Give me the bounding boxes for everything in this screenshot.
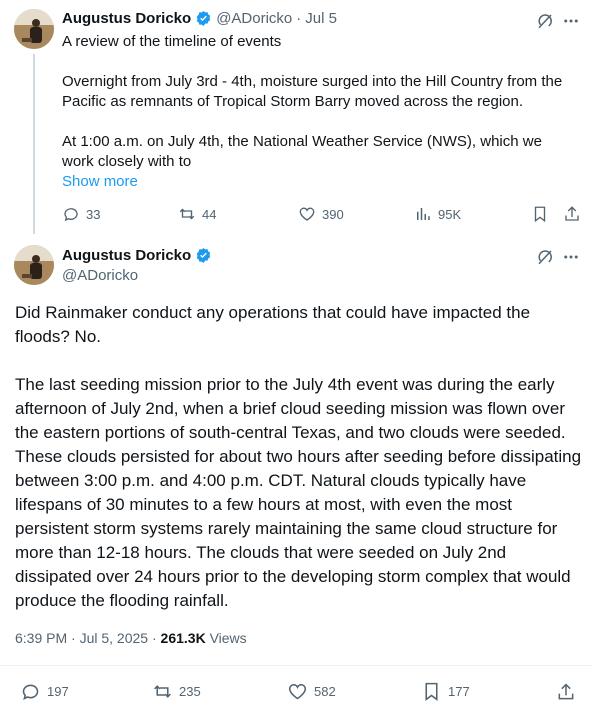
- repost-button[interactable]: 235: [152, 681, 201, 702]
- like-count: 390: [322, 206, 344, 222]
- reply-button[interactable]: 197: [20, 681, 69, 702]
- views-label: Views: [205, 630, 247, 646]
- reply-button[interactable]: 33: [62, 205, 100, 223]
- avatar[interactable]: [14, 9, 54, 49]
- repost-count: 44: [202, 206, 217, 222]
- share-icon: [565, 206, 579, 221]
- post-date[interactable]: Jul 5: [305, 10, 337, 27]
- repost-button[interactable]: 44: [178, 205, 216, 223]
- verified-badge-icon: [195, 10, 212, 27]
- share-icon: [558, 683, 574, 700]
- like-button[interactable]: 582: [287, 681, 336, 702]
- tweet-text: Did Rainmaker conduct any operations tha…: [15, 303, 582, 610]
- tweet-text: A review of the timeline of events Overn…: [62, 33, 563, 170]
- grok-icon[interactable]: [535, 11, 555, 31]
- views-count: 261.3K: [160, 630, 206, 646]
- views-count: 95K: [438, 206, 462, 222]
- views-button[interactable]: 95K: [414, 205, 461, 223]
- more-options-icon[interactable]: [560, 11, 582, 31]
- divider: [0, 665, 593, 666]
- author-name[interactable]: Augustus Doricko: [62, 247, 191, 264]
- bookmark-icon: [534, 206, 546, 223]
- heart-icon: [288, 683, 307, 700]
- post-meta: 6:39 PM · Jul 5, 2025 · 261.3K Views: [15, 630, 247, 646]
- reply-icon: [22, 684, 39, 700]
- reply-count: 197: [47, 684, 69, 699]
- bookmark-button[interactable]: [530, 204, 550, 224]
- heart-icon: [299, 207, 315, 221]
- repost-count: 235: [179, 684, 201, 699]
- reply-count: 33: [86, 206, 101, 222]
- repost-icon: [179, 208, 195, 220]
- grok-icon[interactable]: [535, 247, 555, 267]
- bookmark-button[interactable]: 177: [421, 681, 470, 702]
- author-name[interactable]: Augustus Doricko: [62, 10, 191, 27]
- like-button[interactable]: 390: [298, 205, 344, 223]
- show-more-link[interactable]: Show more: [62, 172, 138, 192]
- more-options-icon[interactable]: [560, 247, 582, 267]
- share-button[interactable]: [562, 204, 582, 224]
- bookmark-count: 177: [448, 684, 470, 699]
- separator: ·: [296, 10, 302, 27]
- author-handle[interactable]: @ADoricko: [62, 267, 138, 284]
- reply-icon: [64, 208, 78, 222]
- author-handle[interactable]: @ADoricko: [216, 10, 292, 27]
- like-count: 582: [314, 684, 336, 699]
- verified-badge-icon: [195, 247, 212, 264]
- avatar[interactable]: [14, 245, 54, 285]
- repost-icon: [154, 685, 171, 698]
- post-timestamp[interactable]: 6:39 PM · Jul 5, 2025 ·: [15, 630, 161, 646]
- bookmark-icon: [425, 682, 438, 701]
- share-button[interactable]: [555, 681, 577, 703]
- analytics-icon: [417, 208, 430, 220]
- thread-line: [33, 54, 35, 234]
